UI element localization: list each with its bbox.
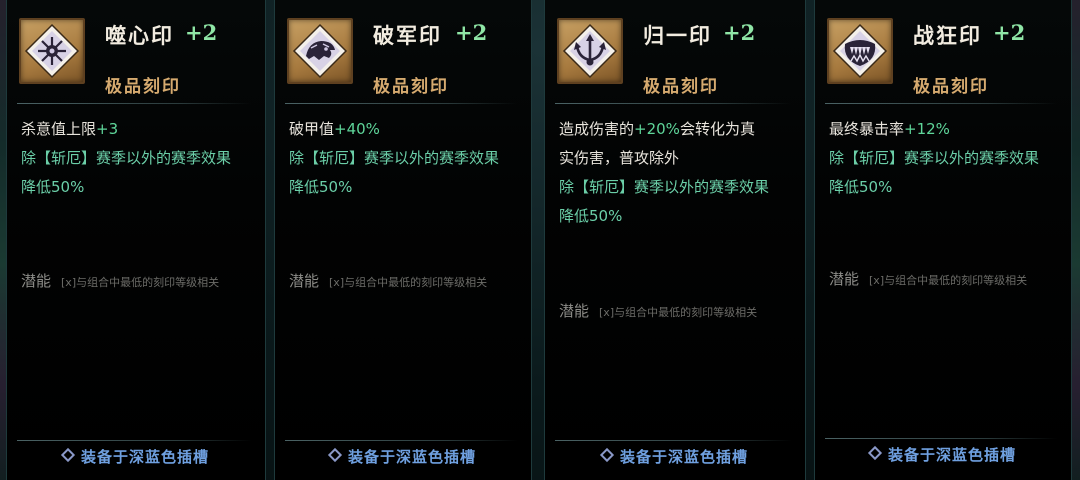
footer-divider xyxy=(825,438,1057,439)
effect-line: 杀意值上限+3 xyxy=(21,115,253,144)
effect-line: 破甲值+40% xyxy=(289,115,519,144)
effect-value: +40% xyxy=(334,120,380,138)
engraving-quality: 极品刻印 xyxy=(105,77,181,97)
effect-line: 造成伤害的+20%会转化为真 xyxy=(559,115,793,144)
socket-diamond-icon xyxy=(327,447,343,462)
header-divider xyxy=(17,103,251,104)
potential-description: [x]与组合中最低的刻印等级相关 xyxy=(61,276,220,289)
effect-line: 除【斩厄】赛季以外的赛季效果 xyxy=(829,149,1040,167)
effect-line: 除【斩厄】赛季以外的赛季效果 xyxy=(289,149,500,167)
footer-divider xyxy=(285,440,517,441)
card-header: 破军印 +2 极品刻印 xyxy=(275,0,531,100)
engraving-name: 破军印 xyxy=(373,23,442,48)
effect-text: 最终暴击率 xyxy=(829,120,905,138)
engraving-card[interactable]: 战狂印 +2 极品刻印 最终暴击率+12% 除【斩厄】赛季以外的赛季效果 降低5… xyxy=(814,0,1072,480)
socket-requirement-text: 装备于深蓝色插槽 xyxy=(619,448,748,466)
effect-line: 降低50% xyxy=(829,178,893,196)
potential-row: 潜能 [x]与组合中最低的刻印等级相关 xyxy=(559,300,795,321)
card-header: 归一印 +2 极品刻印 xyxy=(545,0,805,100)
potential-row: 潜能 [x]与组合中最低的刻印等级相关 xyxy=(21,270,255,291)
effect-value: +12% xyxy=(904,120,950,138)
socket-requirement: 装备于深蓝色插槽 xyxy=(545,446,805,474)
potential-description: [x]与组合中最低的刻印等级相关 xyxy=(329,276,488,289)
potential-row: 潜能 [x]与组合中最低的刻印等级相关 xyxy=(829,268,1061,289)
potential-description: [x]与组合中最低的刻印等级相关 xyxy=(869,274,1028,287)
potential-label: 潜能 xyxy=(829,270,860,288)
effect-line: 实伤害，普攻除外 xyxy=(559,149,680,167)
potential-row: 潜能 [x]与组合中最低的刻印等级相关 xyxy=(289,270,521,291)
effect-value: +20% xyxy=(634,120,680,138)
engraving-level: +2 xyxy=(185,20,218,45)
engraving-quality: 极品刻印 xyxy=(643,77,719,97)
engraving-name: 战狂印 xyxy=(913,23,982,48)
converging-arrows-icon xyxy=(557,18,623,84)
header-divider xyxy=(555,103,791,104)
effect-line: 降低50% xyxy=(559,207,623,225)
engraving-name: 噬心印 xyxy=(105,23,174,48)
header-divider xyxy=(285,103,517,104)
socket-diamond-icon xyxy=(599,447,615,462)
potential-label: 潜能 xyxy=(21,272,52,290)
header-divider xyxy=(825,103,1057,104)
effect-line: 降低50% xyxy=(289,178,353,196)
socket-requirement: 装备于深蓝色插槽 xyxy=(815,444,1071,472)
socket-requirement-text: 装备于深蓝色插槽 xyxy=(347,448,476,466)
engraving-level: +2 xyxy=(993,20,1026,45)
card-header: 战狂印 +2 极品刻印 xyxy=(815,0,1071,100)
card-header: 噬心印 +2 极品刻印 xyxy=(7,0,265,100)
socket-requirement-text: 装备于深蓝色插槽 xyxy=(887,446,1016,464)
engraving-card[interactable]: 噬心印 +2 极品刻印 杀意值上限+3 除【斩厄】赛季以外的赛季效果 降低50%… xyxy=(6,0,266,480)
effect-text: 造成伤害的 xyxy=(559,120,635,138)
effect-line: 除【斩厄】赛季以外的赛季效果 xyxy=(21,149,232,167)
engraving-level: +2 xyxy=(455,20,488,45)
fanged-maw-icon xyxy=(827,18,893,84)
effect-line: 降低50% xyxy=(21,178,85,196)
engraving-name: 归一印 xyxy=(643,23,712,48)
effect-list: 造成伤害的+20%会转化为真 实伤害，普攻除外 除【斩厄】赛季以外的赛季效果 降… xyxy=(559,115,793,231)
engraving-card[interactable]: 破军印 +2 极品刻印 破甲值+40% 除【斩厄】赛季以外的赛季效果 降低50%… xyxy=(274,0,532,480)
socket-requirement: 装备于深蓝色插槽 xyxy=(275,446,531,474)
effect-list: 杀意值上限+3 除【斩厄】赛季以外的赛季效果 降低50% xyxy=(21,115,253,202)
effect-list: 破甲值+40% 除【斩厄】赛季以外的赛季效果 降低50% xyxy=(289,115,519,202)
potential-description: [x]与组合中最低的刻印等级相关 xyxy=(599,306,758,319)
effect-line: 除【斩厄】赛季以外的赛季效果 xyxy=(559,178,770,196)
socket-requirement: 装备于深蓝色插槽 xyxy=(7,446,265,474)
effect-value: +3 xyxy=(96,120,119,138)
dragon-helm-icon xyxy=(287,18,353,84)
effect-text: 破甲值 xyxy=(289,120,335,138)
engraving-level: +2 xyxy=(723,20,756,45)
engraving-quality: 极品刻印 xyxy=(913,77,989,97)
effect-text: 杀意值上限 xyxy=(21,120,97,138)
socket-requirement-text: 装备于深蓝色插槽 xyxy=(80,448,209,466)
engraving-comparison-panel: 噬心印 +2 极品刻印 杀意值上限+3 除【斩厄】赛季以外的赛季效果 降低50%… xyxy=(0,0,1080,480)
engraving-quality: 极品刻印 xyxy=(373,77,449,97)
socket-diamond-icon xyxy=(867,445,883,460)
effect-text: 会转化为真 xyxy=(679,120,755,138)
potential-label: 潜能 xyxy=(289,272,320,290)
socket-diamond-icon xyxy=(60,447,76,462)
effect-line: 最终暴击率+12% xyxy=(829,115,1059,144)
footer-divider xyxy=(555,440,791,441)
effect-list: 最终暴击率+12% 除【斩厄】赛季以外的赛季效果 降低50% xyxy=(829,115,1059,202)
footer-divider xyxy=(17,440,251,441)
potential-label: 潜能 xyxy=(559,302,590,320)
engraving-card[interactable]: 归一印 +2 极品刻印 造成伤害的+20%会转化为真 实伤害，普攻除外 除【斩厄… xyxy=(544,0,806,480)
burst-heart-icon xyxy=(19,18,85,84)
